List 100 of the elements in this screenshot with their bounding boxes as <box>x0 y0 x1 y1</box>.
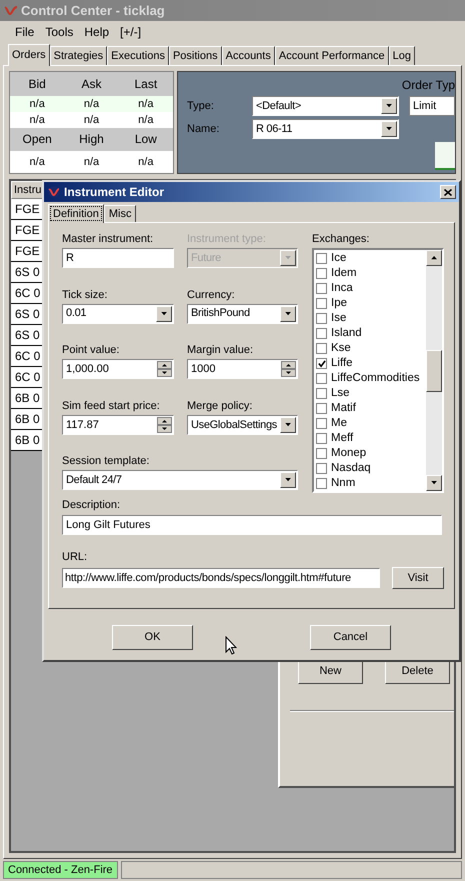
input-field[interactable]: R <box>62 248 174 268</box>
checkbox[interactable] <box>316 478 327 489</box>
caret-icon <box>284 478 292 482</box>
menu-item[interactable]: [+/-] <box>115 22 146 40</box>
caret-icon <box>386 127 392 131</box>
menu-item[interactable]: Tools <box>40 22 78 40</box>
menu-item[interactable]: Help <box>79 22 114 40</box>
dropdown[interactable]: UseGlobalSettings <box>187 414 298 435</box>
input-field[interactable]: Long Gilt Futures <box>62 515 442 535</box>
spinner-icon <box>281 361 296 378</box>
checkbox[interactable] <box>316 328 327 339</box>
check-icon <box>318 360 326 368</box>
scrollbar[interactable] <box>426 250 442 491</box>
tab[interactable]: Accounts <box>222 46 275 65</box>
column-header: Ask <box>80 76 102 93</box>
exchange-item[interactable]: Liffe <box>316 356 426 371</box>
tab[interactable]: Definition <box>48 204 104 223</box>
checkbox[interactable] <box>316 343 327 354</box>
app-logo-icon <box>4 6 18 16</box>
checkbox[interactable] <box>316 403 327 414</box>
exchange-item[interactable]: Nasdaq <box>316 461 426 476</box>
tab[interactable]: Executions <box>107 46 169 65</box>
type-label: Type: <box>187 98 215 114</box>
order-type-label: Order Typ <box>402 77 455 94</box>
tab[interactable]: Log <box>388 46 415 65</box>
checkbox[interactable] <box>316 448 327 459</box>
dropdown-button[interactable] <box>381 98 397 114</box>
exchange-item[interactable]: Lse <box>316 386 426 401</box>
exchange-item[interactable]: Idem <box>316 266 426 281</box>
connection-status: Connected - Zen-Fire <box>3 861 118 879</box>
exchange-item[interactable]: Me <box>316 416 426 431</box>
exchange-item[interactable]: Island <box>316 326 426 341</box>
name-dropdown[interactable]: R 06-11 <box>252 119 399 139</box>
exchange-item[interactable]: Meff <box>316 431 426 446</box>
exchange-item[interactable]: Ise <box>316 311 426 326</box>
quote-cell-text: n/a <box>28 112 46 128</box>
tab[interactable]: Account Performance <box>274 46 389 65</box>
scroll-up-button[interactable] <box>426 250 442 266</box>
dialog-button[interactable]: OK <box>112 625 193 650</box>
input-field[interactable]: http://www.liffe.com/products/bonds/specs/longgilt.htm#future <box>62 568 380 588</box>
exchange-item[interactable]: Kse <box>316 341 426 356</box>
exchange-item[interactable]: Monep <box>316 446 426 461</box>
quote-cell-text: n/a <box>28 96 46 112</box>
field-label: Point value: <box>62 343 120 358</box>
checkbox[interactable] <box>316 253 327 264</box>
dropdown[interactable]: BritishPound <box>187 304 298 324</box>
order-type-field[interactable]: Limit <box>409 96 455 116</box>
spin-box[interactable]: 1000 <box>187 359 298 380</box>
exchange-item[interactable]: Inca <box>316 281 426 296</box>
checkbox[interactable] <box>316 358 327 369</box>
dropdown[interactable]: 0.01 <box>62 304 174 324</box>
scroll-thumb[interactable] <box>426 350 442 392</box>
exchange-item[interactable]: Matif <box>316 401 426 416</box>
dropdown[interactable]: Default 24/7 <box>62 470 298 490</box>
caret-icon <box>284 422 292 427</box>
checkbox[interactable] <box>316 433 327 444</box>
dropdown-button[interactable] <box>280 306 296 322</box>
checkbox[interactable] <box>316 388 327 399</box>
checkbox[interactable] <box>316 463 327 474</box>
field-label: Currency: <box>187 288 236 303</box>
spin-box[interactable]: 117.87 <box>62 414 174 435</box>
close-button[interactable] <box>440 185 456 199</box>
exchange-item[interactable]: Ice <box>316 251 426 266</box>
scroll-down-button[interactable] <box>426 475 442 491</box>
exchange-item[interactable]: LiffeCommodities <box>316 371 426 386</box>
tab[interactable]: Orders <box>8 44 50 66</box>
type-dropdown[interactable]: <Default> <box>252 96 399 116</box>
name-label: Name: <box>187 122 220 137</box>
checkbox[interactable] <box>316 313 327 324</box>
visit-button[interactable]: Visit <box>392 567 444 589</box>
column-header: High <box>78 131 105 148</box>
quote-cell-text: n/a <box>82 96 100 112</box>
quote-cell-text: n/a <box>137 96 154 112</box>
caret-icon <box>430 481 438 485</box>
quote-cell-text: n/a <box>137 112 154 128</box>
checkbox[interactable] <box>316 283 327 294</box>
quote-cell-text: n/a <box>137 154 154 170</box>
tab[interactable]: Misc <box>104 205 136 222</box>
checkbox[interactable] <box>316 268 327 279</box>
exchange-item[interactable]: Ipe <box>316 296 426 311</box>
dropdown-button[interactable] <box>381 121 397 137</box>
dropdown-button[interactable] <box>280 416 296 433</box>
checkbox[interactable] <box>316 298 327 309</box>
tab[interactable]: Positions <box>168 46 222 65</box>
order-button[interactable] <box>435 142 455 170</box>
tab[interactable]: Strategies <box>50 46 108 65</box>
dialog-button[interactable]: Cancel <box>310 625 391 650</box>
exchanges-label: Exchanges: <box>312 232 370 247</box>
checkbox[interactable] <box>316 373 327 384</box>
field-label: Tick size: <box>62 288 108 303</box>
column-header: Open <box>21 131 53 148</box>
field-label: Sim feed start price: <box>62 398 161 414</box>
menu-item[interactable]: File <box>10 22 40 40</box>
field-label: URL: <box>62 550 88 565</box>
dialog-title: Instrument Editor <box>64 184 166 201</box>
dropdown-button[interactable] <box>156 306 172 322</box>
dropdown-button[interactable] <box>280 472 296 488</box>
checkbox[interactable] <box>316 418 327 429</box>
spin-box[interactable]: 1,000.00 <box>62 359 174 380</box>
exchange-item[interactable]: Nnm <box>316 476 426 491</box>
